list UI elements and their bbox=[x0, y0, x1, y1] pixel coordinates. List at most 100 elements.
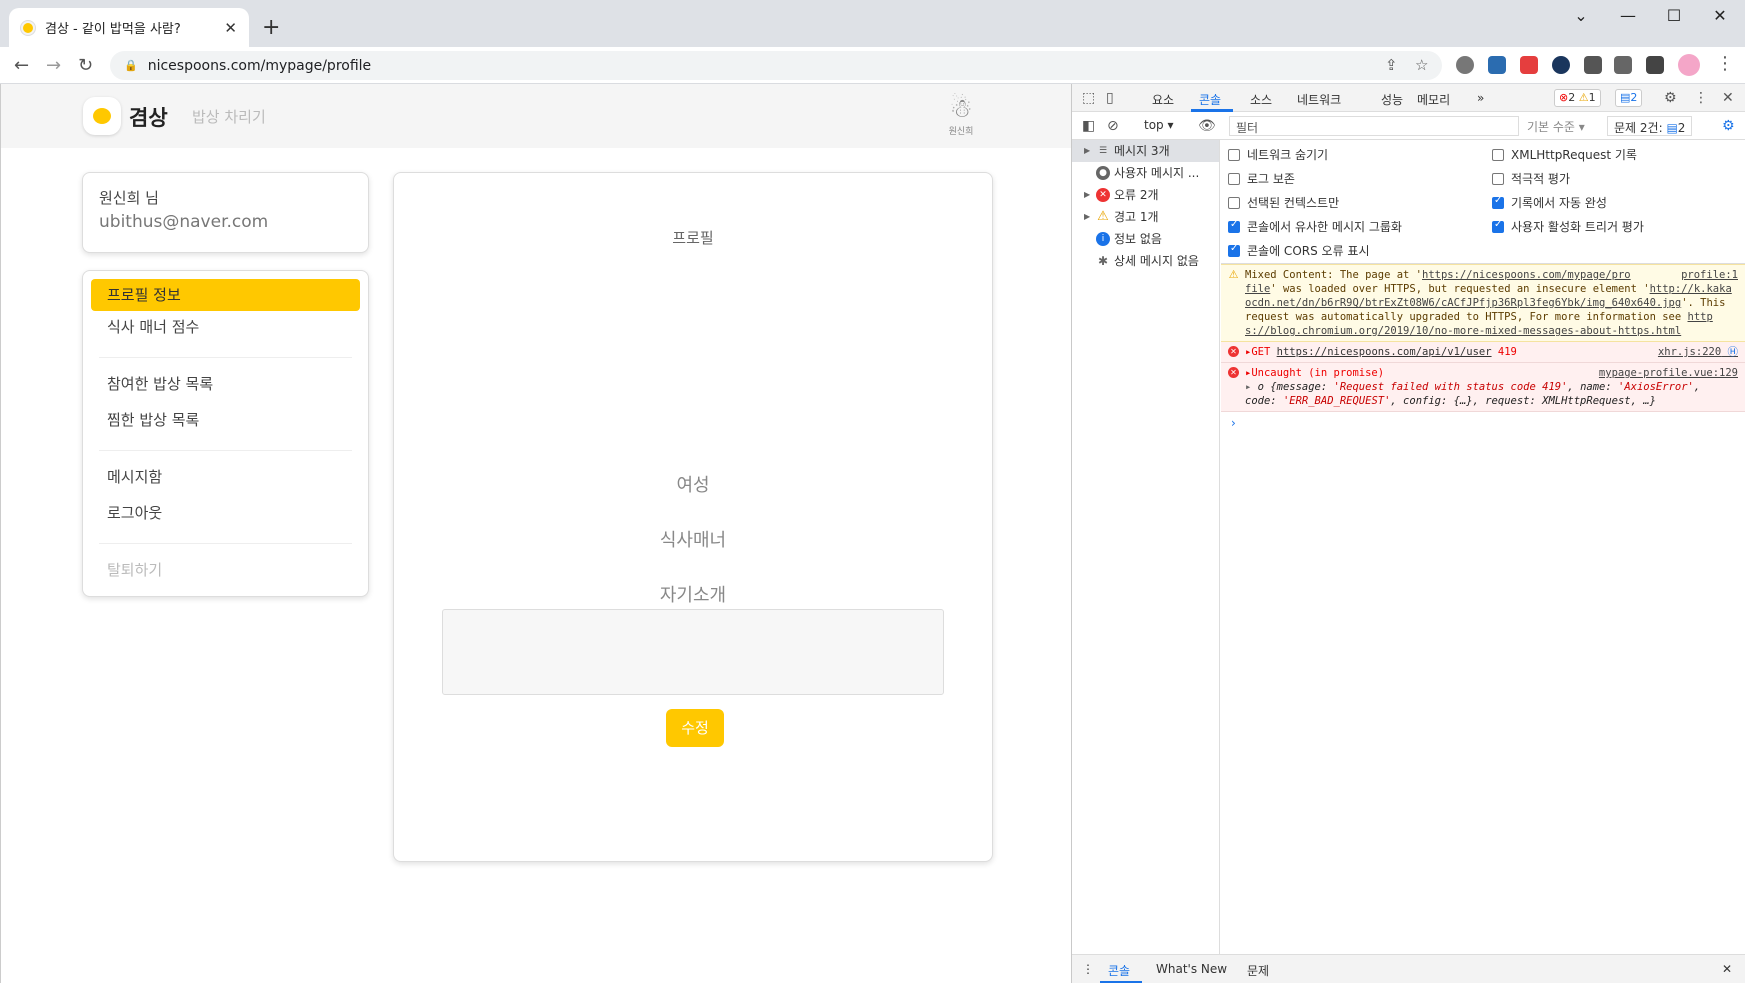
eager-eval-option[interactable]: 적극적 평가 bbox=[1492, 170, 1570, 187]
user-avatar[interactable]: ☃ 원신희 bbox=[941, 94, 981, 138]
console-settings: 네트워크 숨기기 로그 보존 선택된 컨텍스트만 콘솔에서 유사한 메시지 그룹… bbox=[1221, 140, 1745, 264]
source-link[interactable]: xhr.js:220 Ⓗ bbox=[1658, 345, 1738, 359]
filter-input[interactable]: 필터 bbox=[1229, 116, 1519, 136]
intro-textarea[interactable] bbox=[442, 609, 944, 695]
console-settings-icon[interactable]: ⚙ bbox=[1722, 118, 1735, 134]
checkbox[interactable] bbox=[1228, 196, 1240, 209]
console-prompt[interactable]: › bbox=[1221, 412, 1745, 434]
side-panel-icon[interactable] bbox=[1646, 56, 1664, 74]
source-link[interactable]: profile:1 bbox=[1681, 268, 1738, 282]
xhr-log-option[interactable]: XMLHttpRequest 기록 bbox=[1492, 146, 1637, 163]
device-toggle-icon[interactable]: ▯ bbox=[1106, 90, 1114, 106]
settings-gear-icon[interactable]: ⚙ bbox=[1664, 90, 1677, 106]
user-icon: ● bbox=[1096, 166, 1110, 180]
selected-context-option[interactable]: 선택된 컨텍스트만 bbox=[1228, 194, 1339, 211]
maximize-button[interactable]: ☐ bbox=[1651, 6, 1697, 25]
tab-elements[interactable]: 요소 bbox=[1152, 91, 1174, 108]
sidebar-verbose[interactable]: ✱ 상세 메시지 없음 bbox=[1072, 250, 1219, 272]
error-object[interactable]: ▸ o {message: 'Request failed with statu… bbox=[1245, 381, 1700, 407]
menu-logout[interactable]: 로그아웃 bbox=[91, 497, 360, 533]
extension-gear-icon[interactable] bbox=[1456, 56, 1474, 74]
bookmark-star-icon[interactable]: ☆ bbox=[1415, 56, 1428, 74]
issues-button[interactable]: 문제 2건: ▤2 bbox=[1607, 116, 1693, 136]
menu-profile-info[interactable]: 프로필 정보 bbox=[91, 279, 360, 311]
extension-check-icon[interactable] bbox=[1552, 56, 1570, 74]
media-icon[interactable] bbox=[1614, 56, 1632, 74]
page-url-link-cont[interactable]: file bbox=[1245, 283, 1270, 295]
back-icon[interactable]: ← bbox=[14, 55, 29, 76]
tab-sources[interactable]: 소스 bbox=[1250, 91, 1272, 108]
live-expression-eye-icon[interactable]: 👁 bbox=[1198, 118, 1216, 134]
menu-liked-list[interactable]: 찜한 밥상 목록 bbox=[91, 404, 360, 440]
sidebar-errors[interactable]: ▶ ✕ 오류 2개 bbox=[1072, 184, 1219, 206]
checkbox[interactable] bbox=[1492, 172, 1504, 185]
source-link[interactable]: mypage-profile.vue:129 bbox=[1599, 366, 1738, 380]
menu-joined-list[interactable]: 참여한 밥상 목록 bbox=[91, 368, 360, 404]
autocomplete-option[interactable]: 기록에서 자동 완성 bbox=[1492, 194, 1607, 211]
sidebar-user-messages[interactable]: ● 사용자 메시지 ... bbox=[1072, 162, 1219, 184]
tab-close-icon[interactable]: ✕ bbox=[224, 19, 237, 37]
new-tab-button[interactable]: + bbox=[262, 15, 280, 40]
edit-button[interactable]: 수정 bbox=[666, 709, 724, 747]
checkbox[interactable] bbox=[1492, 148, 1504, 161]
drawer-tab-console[interactable]: 콘솔 bbox=[1108, 962, 1130, 979]
sidebar-toggle-icon[interactable]: ◧ bbox=[1082, 118, 1095, 134]
log-levels-dropdown[interactable]: 기본 수준 ▾ bbox=[1527, 118, 1585, 135]
sidebar-warnings[interactable]: ▶ ⚠ 경고 1개 bbox=[1072, 206, 1219, 228]
menu-mailbox[interactable]: 메시지함 bbox=[91, 461, 360, 497]
create-table-link[interactable]: 밥상 차리기 bbox=[192, 106, 266, 127]
error-icon: ✕ bbox=[1096, 188, 1110, 202]
info-badge[interactable]: ▤2 bbox=[1615, 89, 1643, 107]
tab-search-icon[interactable]: ⌄ bbox=[1558, 6, 1604, 25]
egg-logo-icon[interactable] bbox=[83, 97, 121, 135]
menu-withdraw[interactable]: 탈퇴하기 bbox=[91, 554, 360, 590]
checkbox[interactable] bbox=[1228, 219, 1240, 233]
profile-avatar-icon[interactable] bbox=[1678, 54, 1700, 76]
tab-performance[interactable]: 성능 bbox=[1381, 91, 1403, 108]
context-selector[interactable]: top ▾ bbox=[1144, 118, 1174, 132]
show-cors-option[interactable]: 콘솔에 CORS 오류 표시 bbox=[1228, 242, 1370, 259]
extension-blue-icon[interactable] bbox=[1488, 56, 1506, 74]
page-url-link[interactable]: https://nicespoons.com/mypage/pro bbox=[1422, 269, 1631, 281]
devtools-menu-icon[interactable]: ⋮ bbox=[1694, 90, 1708, 106]
checkbox[interactable] bbox=[1228, 172, 1240, 185]
tab-console[interactable]: 콘솔 bbox=[1199, 91, 1221, 108]
preserve-log-option[interactable]: 로그 보존 bbox=[1228, 170, 1295, 187]
lock-icon[interactable]: 🔒 bbox=[124, 59, 138, 72]
forward-icon[interactable]: → bbox=[46, 55, 61, 76]
close-window-button[interactable]: ✕ bbox=[1697, 6, 1743, 25]
request-url-link[interactable]: https://nicespoons.com/api/v1/user bbox=[1277, 346, 1492, 358]
checkbox[interactable] bbox=[1228, 243, 1240, 257]
drawer-tab-whats-new[interactable]: What's New bbox=[1156, 962, 1227, 976]
drawer-close-icon[interactable]: ✕ bbox=[1722, 962, 1732, 976]
user-activation-option[interactable]: 사용자 활성화 트리거 평가 bbox=[1492, 218, 1644, 235]
devtools-close-icon[interactable]: ✕ bbox=[1722, 90, 1734, 106]
reload-icon[interactable]: ↻ bbox=[78, 55, 93, 76]
sidebar-info[interactable]: i 정보 없음 bbox=[1072, 228, 1219, 250]
share-icon[interactable]: ⇪ bbox=[1385, 56, 1398, 74]
extension-red-icon[interactable] bbox=[1520, 56, 1538, 74]
drawer-tab-issues[interactable]: 문제 bbox=[1247, 962, 1269, 979]
sidebar-messages[interactable]: ▶ ☰ 메시지 3개 bbox=[1072, 140, 1219, 162]
browser-tab[interactable]: 겸상 - 같이 밥먹을 사람? ✕ bbox=[9, 8, 249, 47]
obj-text: o {message: bbox=[1257, 381, 1334, 393]
site-logo-text[interactable]: 겸상 bbox=[129, 102, 168, 132]
checkbox[interactable] bbox=[1228, 148, 1240, 161]
menu-kebab-icon[interactable]: ⋮ bbox=[1716, 53, 1734, 74]
checkbox[interactable] bbox=[1492, 195, 1504, 209]
error-warn-badge[interactable]: ⊗2 ⚠1 bbox=[1554, 89, 1601, 107]
option-label: 기록에서 자동 완성 bbox=[1511, 196, 1607, 210]
group-similar-option[interactable]: 콘솔에서 유사한 메시지 그룹화 bbox=[1228, 218, 1402, 235]
menu-manner-score[interactable]: 식사 매너 점수 bbox=[91, 311, 360, 347]
drawer-menu-icon[interactable]: ⋮ bbox=[1082, 962, 1094, 976]
extensions-puzzle-icon[interactable] bbox=[1584, 56, 1602, 74]
clear-console-icon[interactable]: ⊘ bbox=[1107, 118, 1119, 134]
tab-memory[interactable]: 메모리 bbox=[1417, 91, 1450, 108]
hide-network-option[interactable]: 네트워크 숨기기 bbox=[1228, 146, 1328, 163]
tab-network[interactable]: 네트워크 bbox=[1297, 91, 1341, 108]
minimize-button[interactable]: — bbox=[1605, 6, 1651, 25]
address-bar[interactable]: 🔒 nicespoons.com/mypage/profile ⇪ ☆ bbox=[110, 51, 1442, 80]
checkbox[interactable] bbox=[1492, 219, 1504, 233]
more-tabs-icon[interactable]: » bbox=[1477, 91, 1484, 105]
inspect-icon[interactable]: ⬚ bbox=[1082, 90, 1095, 106]
